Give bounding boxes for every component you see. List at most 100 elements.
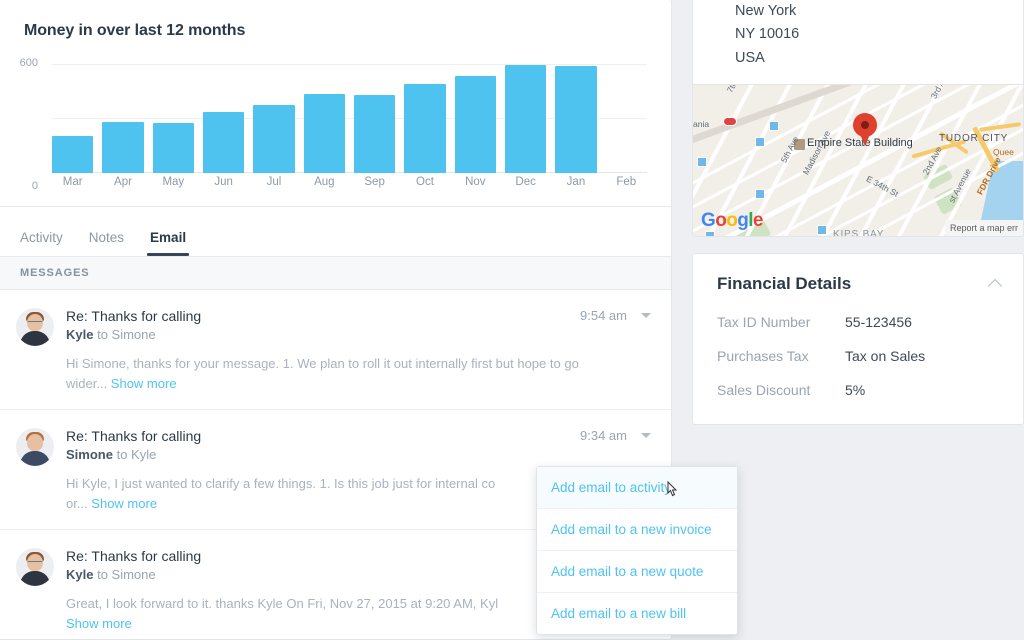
map-report-link[interactable]: Report a map err: [944, 220, 1023, 237]
avatar-body: [20, 331, 50, 346]
avatar-glasses: [27, 321, 43, 325]
chart-bar-aug: [303, 56, 345, 173]
bar-rect: [52, 136, 94, 173]
address-card: Street Address New York NY 10016 USA: [692, 0, 1024, 238]
menu-item-add-email-to-a-new-bill[interactable]: Add email to a new bill: [537, 593, 737, 634]
x-tick-may: May: [162, 176, 185, 188]
financial-row: Tax ID Number 55-123456: [717, 314, 999, 330]
message-subject: Re: Thanks for calling: [66, 308, 202, 324]
message-sender: Simone: [66, 447, 113, 462]
chevron-up-icon[interactable]: [990, 278, 1001, 289]
financial-value: Tax on Sales: [845, 348, 926, 365]
map-transit-icon-5: [817, 225, 827, 236]
message-to-label: to: [93, 567, 112, 582]
avatar-glasses: [27, 561, 43, 565]
avatar-head: [27, 434, 43, 451]
bar-rect: [454, 75, 496, 173]
y-axis-tick-0: 0: [31, 180, 38, 192]
financial-value: 55-123456: [845, 314, 912, 331]
message-participants: Simone to Kyle: [66, 447, 651, 462]
map-transit-icon-4: [755, 189, 765, 200]
message-recipient: Kyle: [131, 447, 157, 462]
map-label-queens: Quee: [993, 147, 1014, 158]
bar-rect: [404, 84, 446, 173]
chart-bars: [52, 56, 647, 173]
message-time: 9:34 am: [580, 428, 627, 443]
bar-rect: [555, 65, 597, 173]
chevron-down-icon[interactable]: [641, 433, 651, 438]
google-logo: Google: [701, 210, 763, 232]
chart-bar-jul: [253, 56, 295, 173]
financial-row: Sales Discount 5%: [717, 382, 999, 398]
chevron-down-icon[interactable]: [641, 313, 651, 318]
message-meta: 9:34 am: [580, 428, 651, 443]
money-in-chart-panel: Money in over last 12 months 600 0 Mar Ap…: [0, 0, 671, 206]
chart-x-axis-labels: Mar Apr May Jun Jul Aug Sep Oct Nov Dec Jan Feb: [52, 176, 647, 188]
avatar: [16, 428, 54, 466]
chart-title: Money in over last 12 months: [24, 22, 246, 39]
bar-rect: [152, 123, 194, 173]
financial-label: Sales Discount: [717, 382, 811, 399]
x-tick-nov: Nov: [465, 176, 486, 188]
financial-details-card: Financial Details Tax ID Number 55-123456…: [692, 253, 1024, 426]
preview-line-1: Hi Simone, thanks for your message. 1. W…: [66, 356, 579, 371]
address-line-1: New York: [735, 2, 797, 19]
map-label-tudor-city: TUDOR CITY: [939, 133, 1009, 145]
chart-bar-dec: [504, 56, 547, 173]
x-tick-jan: Jan: [566, 176, 586, 188]
message-sender: Kyle: [66, 567, 94, 582]
preview-line-1: Great, I look forward to it. thanks Kyle…: [66, 596, 499, 611]
map-location-marker: [853, 113, 877, 147]
location-map[interactable]: 7th 3rd Ave TUDOR CITY 5th Ave Madison A…: [693, 84, 1023, 237]
x-tick-jul: Jul: [266, 176, 282, 188]
chart-bar-oct: [404, 56, 446, 173]
map-label-ania: ania: [693, 119, 710, 130]
x-tick-aug: Aug: [314, 176, 335, 188]
email-actions-dropdown[interactable]: Add email to activity Add email to a new …: [536, 466, 738, 635]
message-row[interactable]: Re: Thanks for calling Kyle to Simone Hi S…: [0, 290, 671, 410]
chart-bar-feb: [606, 56, 647, 173]
street-address-block: Street Address New York NY 10016 USA: [693, 0, 1023, 84]
menu-item-add-email-to-activity[interactable]: Add email to activity: [537, 467, 737, 509]
map-transit-icon-3: [697, 157, 707, 168]
chart-plot-area: 600 0 Mar Apr May Jun Jul Aug Sep Oct Nov Dec Jan F…: [20, 56, 647, 192]
message-time: 9:54 am: [580, 308, 627, 323]
mouse-cursor-icon: [665, 480, 681, 499]
chart-bar-jan: [555, 56, 597, 173]
tab-activity[interactable]: Activity: [20, 211, 63, 257]
chart-bar-sep: [353, 56, 396, 173]
financial-details-title: Financial Details: [717, 274, 852, 294]
message-to-label: to: [93, 327, 112, 342]
financial-label: Tax ID Number: [717, 314, 811, 331]
avatar: [16, 548, 54, 586]
x-tick-jun: Jun: [214, 176, 233, 188]
bar-rect: [504, 64, 547, 173]
address-pin-col: [693, 0, 735, 70]
bar-rect: [353, 95, 396, 173]
x-tick-apr: Apr: [114, 176, 132, 188]
menu-item-add-email-to-a-new-invoice[interactable]: Add email to a new invoice: [537, 509, 737, 551]
show-more-link[interactable]: Show more: [66, 616, 132, 631]
y-axis-tick-600: 600: [19, 57, 38, 69]
message-recipient: Simone: [111, 567, 156, 582]
financial-label: Purchases Tax: [717, 348, 809, 365]
financial-value: 5%: [845, 382, 866, 399]
map-transit-icon-1: [769, 121, 779, 132]
avatar-body: [20, 571, 50, 586]
tab-notes[interactable]: Notes: [89, 211, 124, 257]
chart-bar-jun: [202, 56, 245, 173]
message-sender: Kyle: [66, 327, 94, 342]
tab-email[interactable]: Email: [147, 211, 190, 257]
chart-bar-apr: [102, 56, 144, 173]
chart-bar-mar: [52, 56, 94, 173]
bar-rect: [253, 104, 295, 173]
avatar-body: [20, 451, 50, 466]
show-more-link[interactable]: Show more: [111, 376, 177, 391]
menu-item-add-email-to-a-new-quote[interactable]: Add email to a new quote: [537, 551, 737, 593]
app-page: Money in over last 12 months 600 0 Mar Ap…: [0, 0, 1024, 640]
preview-line-1: Hi Kyle, I just wanted to clarify a few …: [66, 476, 496, 491]
message-body: Re: Thanks for calling Kyle to Simone Hi S…: [66, 308, 651, 393]
show-more-link[interactable]: Show more: [91, 496, 157, 511]
map-badge-icon: [723, 117, 737, 127]
message-meta: 9:54 am: [580, 308, 651, 323]
